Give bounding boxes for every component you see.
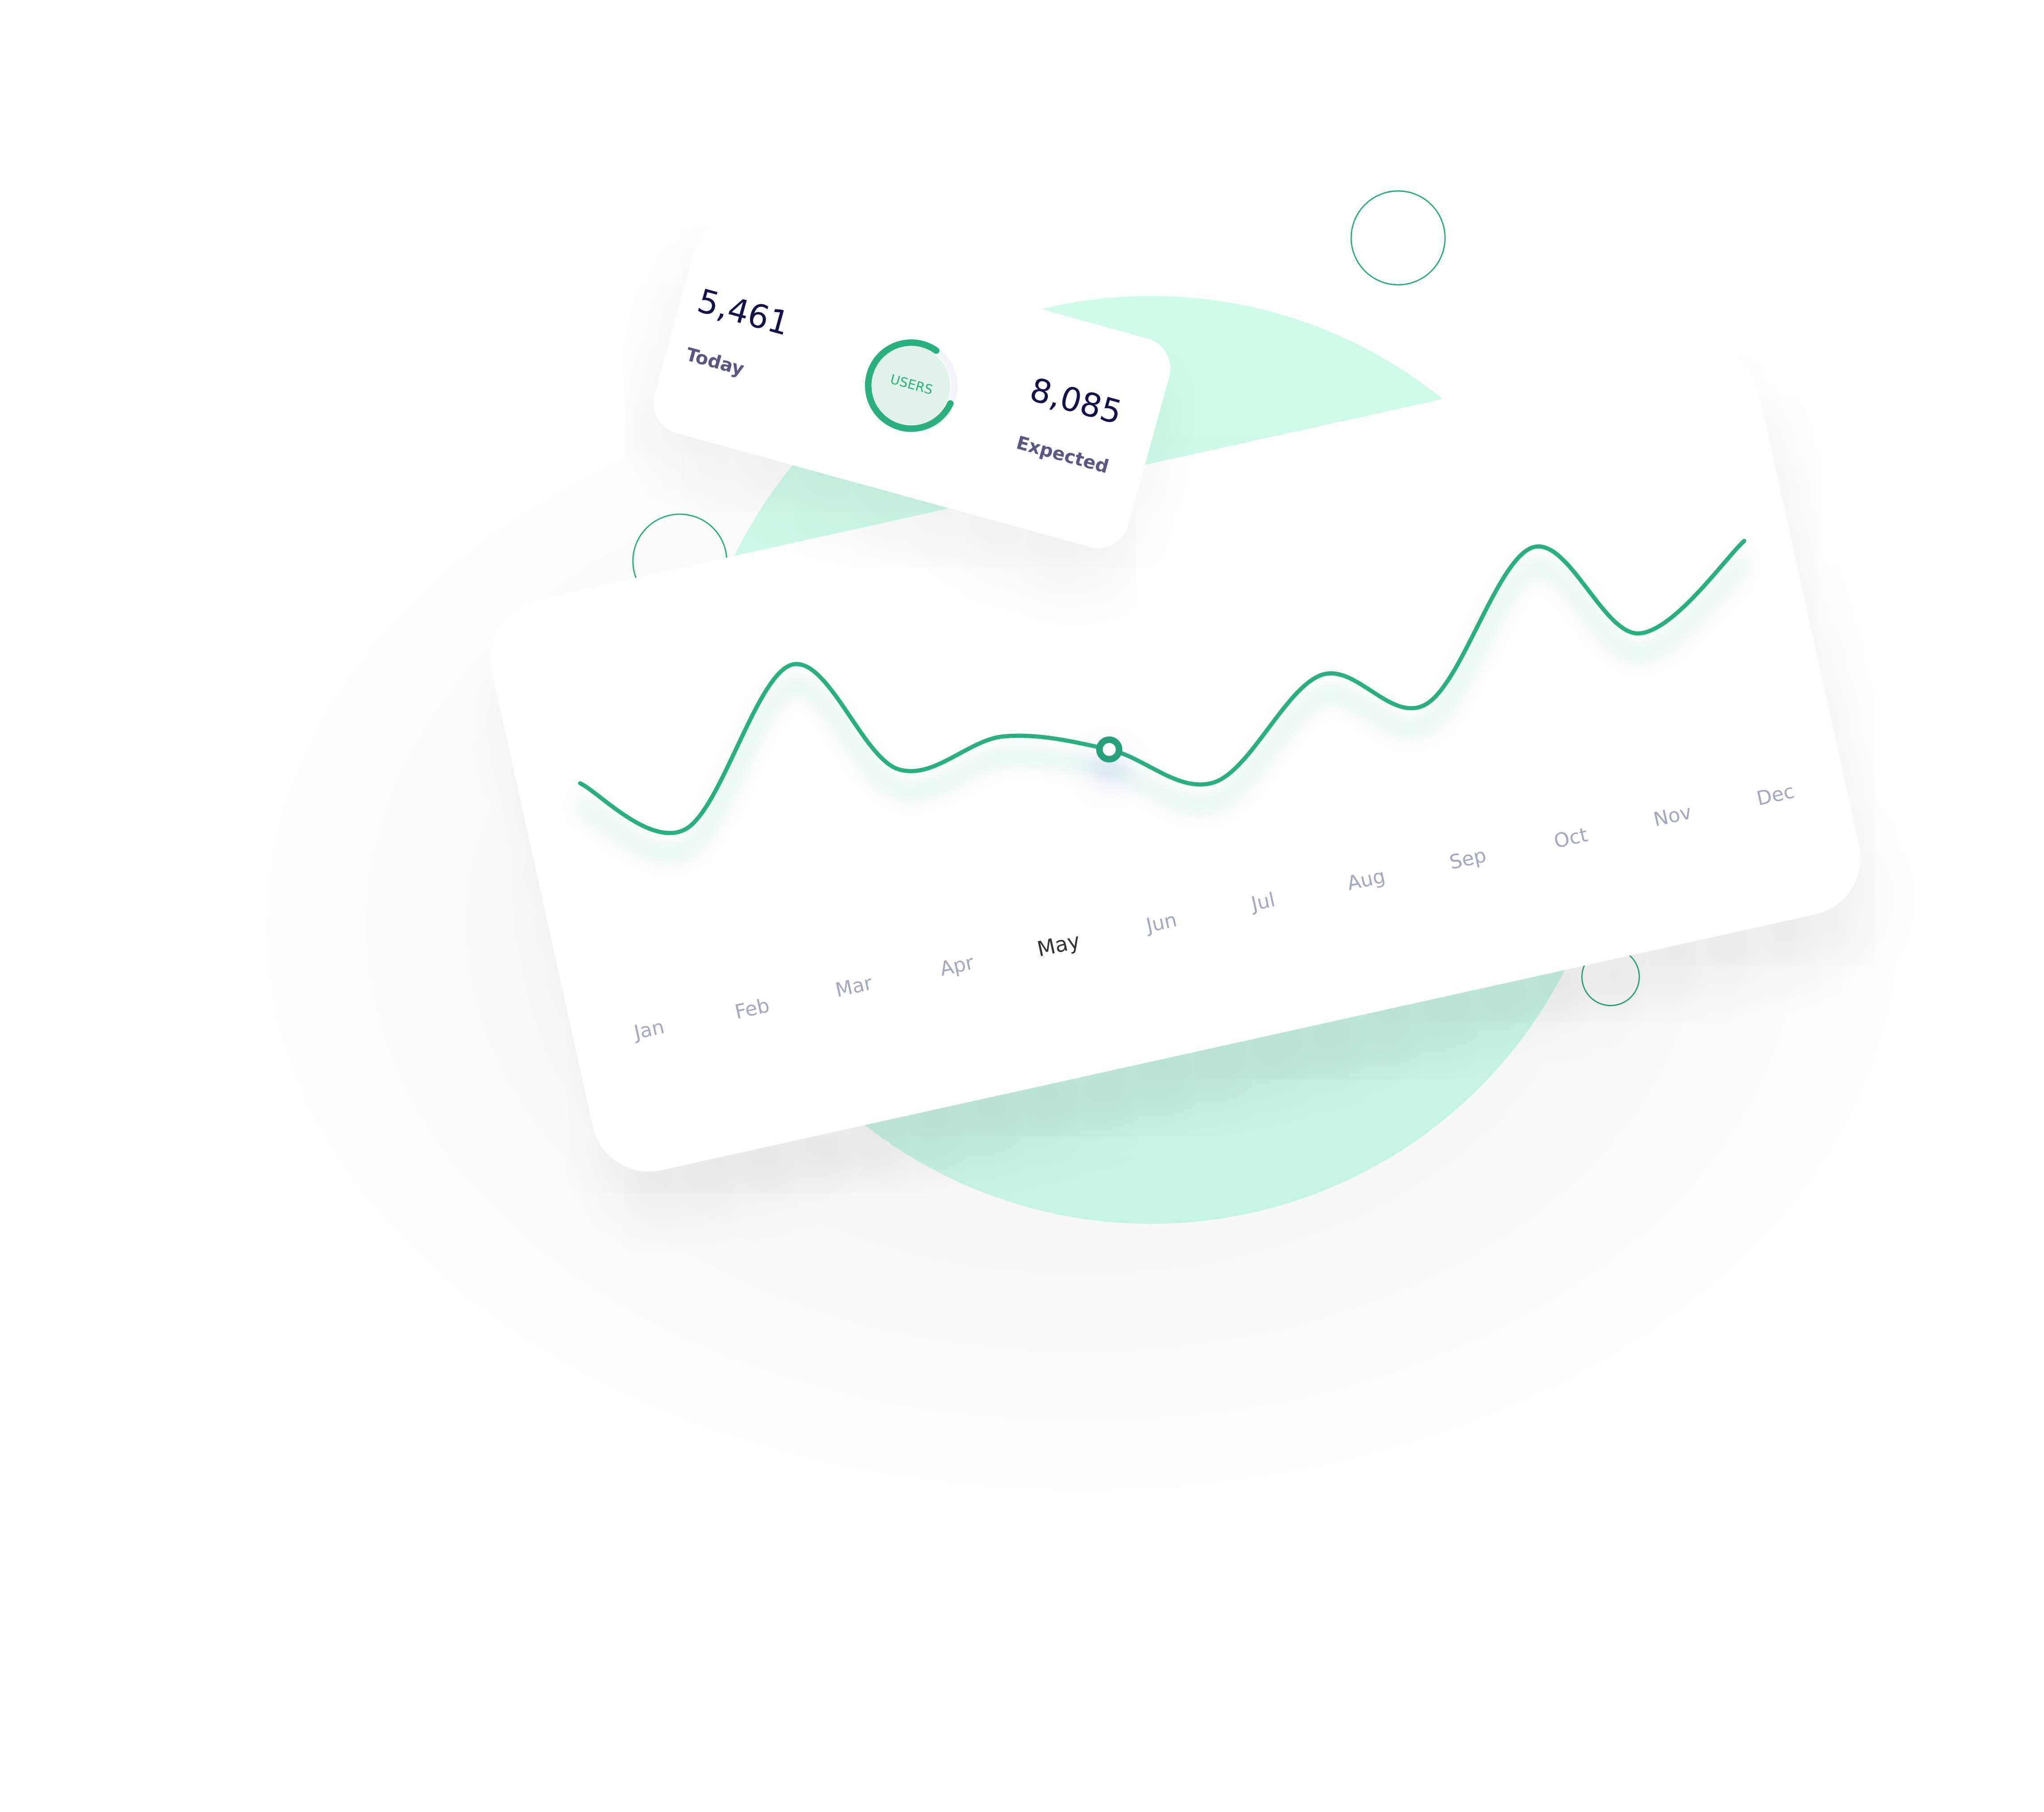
line-chart <box>577 538 1748 859</box>
stage: 5,461 Today USERS 8,085 Expected Jan Feb M… <box>0 0 2044 1812</box>
highlighted-point[interactable] <box>1096 736 1123 763</box>
